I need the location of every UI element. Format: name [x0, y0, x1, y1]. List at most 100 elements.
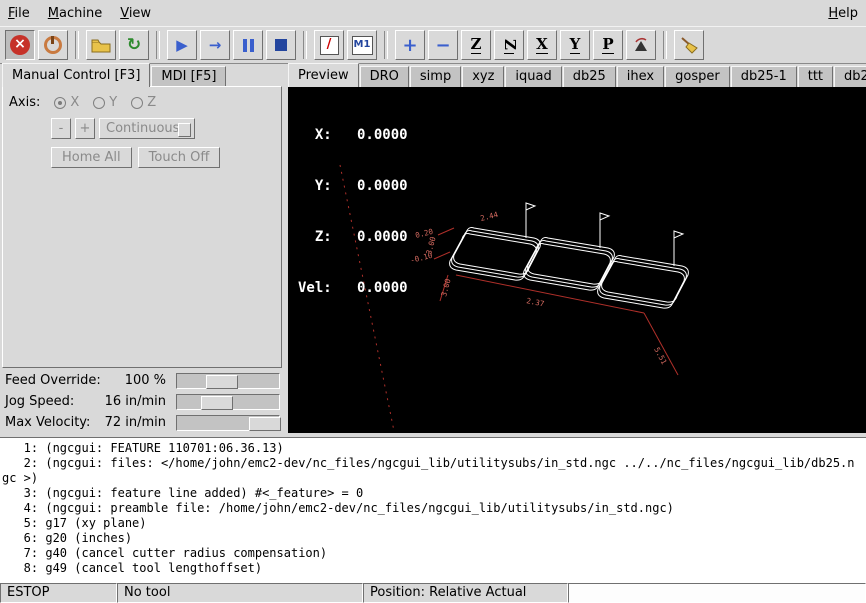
- toolbar: × ↻ ▶ → / M1 + − Z Z X Y P: [0, 26, 866, 64]
- workpiece-outline-3: [598, 231, 689, 308]
- menubar: File Machine View Help: [0, 0, 866, 26]
- view-top-button[interactable]: Z: [461, 30, 491, 60]
- zoom-out-button[interactable]: −: [428, 30, 458, 60]
- readout-vel: Vel: 0.0000: [298, 280, 408, 297]
- preview-canvas[interactable]: 2.44 0.20 3.00 -0.10 2.37 5.51 3.00 X: 0…: [288, 87, 866, 433]
- pause-button[interactable]: [233, 30, 263, 60]
- tab-db25[interactable]: db25: [563, 66, 616, 87]
- reload-button[interactable]: ↻: [119, 30, 149, 60]
- view-perspective-button[interactable]: P: [593, 30, 623, 60]
- optional-pause-button[interactable]: M1: [347, 30, 377, 60]
- readout-x: X: 0.0000: [298, 127, 408, 144]
- tab-mdi[interactable]: MDI [F5]: [151, 66, 226, 87]
- tab-preview[interactable]: Preview: [288, 63, 359, 87]
- axis-z-radio[interactable]: [131, 97, 143, 109]
- reload-icon: ↻: [127, 35, 141, 55]
- view-front-icon: Y: [570, 36, 581, 54]
- sliders-panel: Feed Override: 100 % Jog Speed: 16 in/mi…: [0, 370, 284, 433]
- feed-override-row: Feed Override: 100 %: [0, 370, 284, 391]
- axis-x-label: X: [70, 95, 79, 110]
- menu-help[interactable]: Help: [828, 6, 858, 21]
- gcode-line[interactable]: 5: g17 (xy plane): [2, 516, 866, 531]
- toolbar-separator: [156, 31, 160, 59]
- tab-gosper[interactable]: gosper: [665, 66, 730, 87]
- optional-pause-icon: M1: [352, 36, 373, 55]
- power-icon: [44, 36, 62, 54]
- readout-z: Z: 0.0000: [298, 229, 408, 246]
- jog-mode-dropdown[interactable]: Continuous: [99, 118, 195, 139]
- status-position-mode: Position: Relative Actual: [363, 583, 568, 603]
- dim-label: 5.51: [652, 346, 668, 366]
- menu-file[interactable]: File: [8, 6, 30, 21]
- axis-y-radio[interactable]: [93, 97, 105, 109]
- run-button[interactable]: ▶: [167, 30, 197, 60]
- view-rotated-top-icon: Z: [504, 36, 515, 54]
- view-side-button[interactable]: X: [527, 30, 557, 60]
- feed-override-value: 100 %: [100, 373, 166, 388]
- tab-iquad[interactable]: iquad: [505, 66, 561, 87]
- tab-manual-control[interactable]: Manual Control [F3]: [2, 63, 150, 87]
- tab-ttt[interactable]: ttt: [798, 66, 833, 87]
- menu-machine[interactable]: Machine: [48, 6, 102, 21]
- feed-override-slider[interactable]: [176, 373, 280, 389]
- zoom-in-icon: +: [402, 35, 417, 56]
- skip-lines-button[interactable]: /: [314, 30, 344, 60]
- tab-db25-2[interactable]: db25-2: [834, 66, 866, 87]
- gcode-line[interactable]: gc >): [2, 471, 866, 486]
- step-icon: →: [209, 36, 222, 54]
- max-velocity-slider[interactable]: [176, 415, 280, 431]
- clear-plot-button[interactable]: [674, 30, 704, 60]
- max-velocity-label: Max Velocity:: [0, 415, 100, 430]
- gcode-line[interactable]: 4: (ngcgui: preamble file: /home/john/em…: [2, 501, 866, 516]
- right-tabrow: Preview DRO simp xyz iquad db25 ihex gos…: [288, 64, 866, 87]
- jog-speed-row: Jog Speed: 16 in/min: [0, 391, 284, 412]
- view-front-button[interactable]: Y: [560, 30, 590, 60]
- zoom-in-button[interactable]: +: [395, 30, 425, 60]
- machine-power-button[interactable]: [38, 30, 68, 60]
- step-button[interactable]: →: [200, 30, 230, 60]
- feed-override-handle[interactable]: [206, 375, 238, 389]
- status-tool: No tool: [117, 583, 363, 603]
- statusbar: ESTOP No tool Position: Relative Actual: [0, 583, 866, 603]
- gcode-line[interactable]: 1: (ngcgui: FEATURE 110701:06.36.13): [2, 441, 866, 456]
- gcode-line[interactable]: 6: g20 (inches): [2, 531, 866, 546]
- estop-button[interactable]: ×: [5, 30, 35, 60]
- touch-off-button[interactable]: Touch Off: [138, 147, 221, 168]
- gcode-line[interactable]: 8: g49 (cancel tool lengthoffset): [2, 561, 866, 576]
- status-machine-state: ESTOP: [0, 583, 117, 603]
- tab-db25-1[interactable]: db25-1: [731, 66, 797, 87]
- gcode-line[interactable]: 7: g40 (cancel cutter radius compensatio…: [2, 546, 866, 561]
- jog-minus-button[interactable]: -: [51, 118, 71, 139]
- zoom-out-icon: −: [435, 35, 450, 56]
- axis-y-label: Y: [109, 95, 117, 110]
- position-readout: X: 0.0000 Y: 0.0000 Z: 0.0000 Vel: 0.000…: [298, 93, 408, 331]
- gcode-listing[interactable]: 1: (ngcgui: FEATURE 110701:06.36.13) 2: …: [0, 437, 866, 583]
- gcode-line[interactable]: 3: (ngcgui: feature line added) #<_featu…: [2, 486, 866, 501]
- tab-xyz[interactable]: xyz: [462, 66, 504, 87]
- view-rotated-top-button[interactable]: Z: [494, 30, 524, 60]
- open-file-button[interactable]: [86, 30, 116, 60]
- jog-speed-value: 16 in/min: [100, 394, 166, 409]
- jog-speed-slider[interactable]: [176, 394, 280, 410]
- menu-view[interactable]: View: [120, 6, 151, 21]
- toolbar-separator: [384, 31, 388, 59]
- broom-icon: [679, 35, 699, 55]
- jog-speed-handle[interactable]: [201, 396, 233, 410]
- readout-y: Y: 0.0000: [298, 178, 408, 195]
- home-all-button[interactable]: Home All: [51, 147, 132, 168]
- axis-x-radio[interactable]: [54, 97, 66, 109]
- stop-icon: [275, 39, 287, 51]
- rotate-mode-button[interactable]: [626, 30, 656, 60]
- dimension-labels: 2.44 0.20 3.00 -0.10 2.37 5.51 3.00: [409, 210, 668, 366]
- view-side-icon: X: [536, 36, 548, 54]
- rotate-icon: [632, 36, 650, 54]
- manual-control-panel: Axis: X Y Z - + Continuous Home All Touc…: [2, 86, 282, 368]
- jog-plus-button[interactable]: +: [75, 118, 95, 139]
- stop-button[interactable]: [266, 30, 296, 60]
- run-icon: ▶: [176, 36, 188, 54]
- tab-simp[interactable]: simp: [410, 66, 461, 87]
- max-velocity-handle[interactable]: [249, 417, 281, 431]
- gcode-line[interactable]: 2: (ngcgui: files: </home/john/emc2-dev/…: [2, 456, 866, 471]
- tab-dro[interactable]: DRO: [360, 66, 409, 87]
- tab-ihex[interactable]: ihex: [617, 66, 664, 87]
